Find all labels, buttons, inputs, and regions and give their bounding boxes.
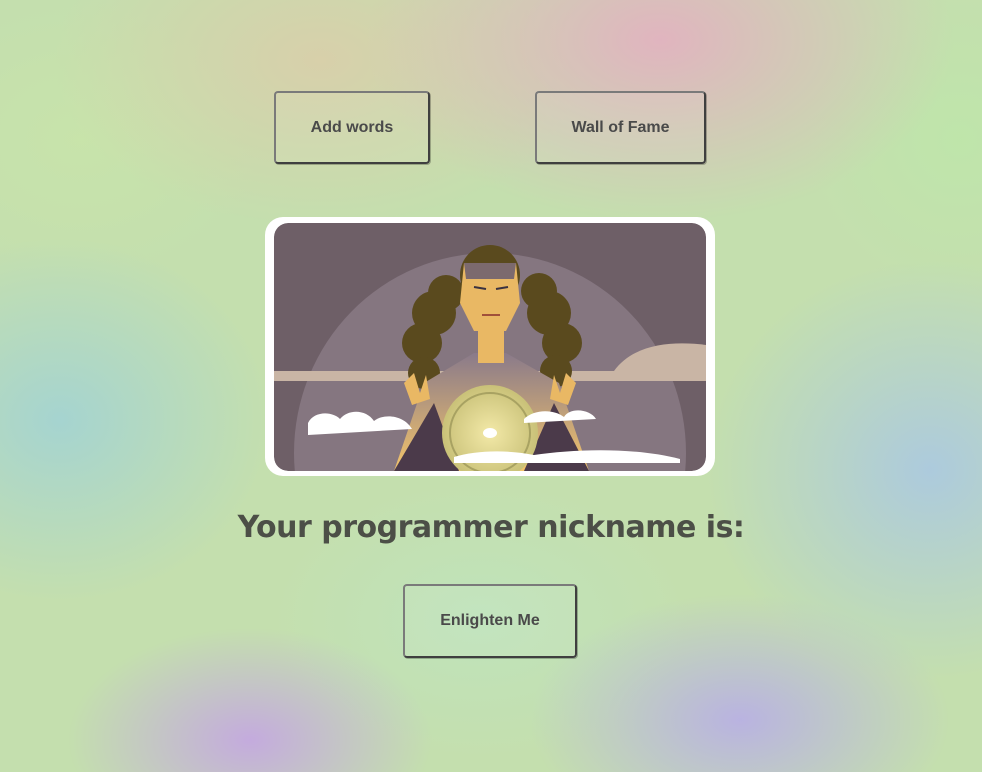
hero-image-frame: [265, 217, 715, 476]
nickname-heading: Your programmer nickname is:: [237, 510, 745, 545]
add-words-button[interactable]: Add words: [274, 91, 430, 164]
wall-of-fame-button[interactable]: Wall of Fame: [535, 91, 706, 164]
enlighten-me-button[interactable]: Enlighten Me: [403, 584, 577, 658]
hero-illustration: [274, 223, 706, 471]
